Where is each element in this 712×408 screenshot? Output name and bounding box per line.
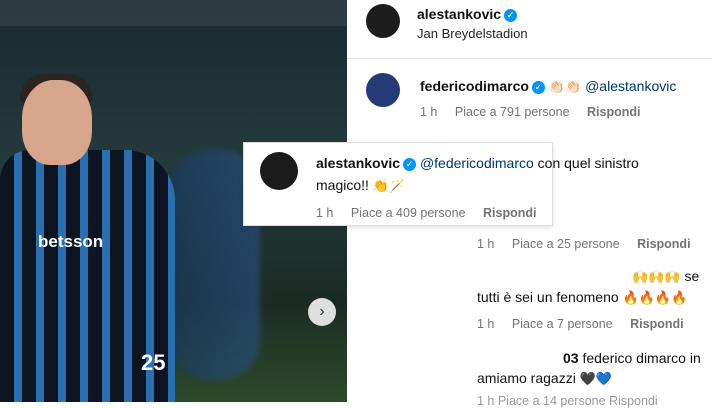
verified-badge-icon: ✓ [504,9,518,22]
comment-time: 1 h [477,237,495,251]
post-header: alestankovic ✓ Jan Breydelstadion [347,0,712,59]
comment-text: con quel sinistro [537,155,639,171]
comment-likes[interactable]: Piace a 25 persone [512,237,620,251]
photo-top-strip [0,0,347,26]
comment-4-line1: 03 federico dimarco in [563,350,701,366]
comment-4-meta: 1 h Piace a 14 persone Rispondi [477,394,658,408]
avatar[interactable] [366,4,400,38]
comment-time: 1 h [316,206,334,220]
comment-3-line2: tutti è sei un fenomeno 🔥🔥🔥🔥 [477,289,687,306]
player-head [22,80,92,165]
highlight-meta: 1 h Piace a 409 persone Rispondi [316,206,551,220]
reply-button[interactable]: Rispondi [587,105,640,119]
comment-username-fragment: 03 [563,350,579,366]
comment-4-line2: amiamo ragazzi 🖤💙 [477,370,612,387]
comment-text: se [684,268,700,284]
heart-emoji: 🖤💙 [579,371,613,386]
comment-likes[interactable]: Piace a 409 persone [351,206,466,220]
reply-button[interactable]: Rispondi [483,206,536,220]
comment-mention[interactable]: @alestankovic [585,78,676,94]
comment-2-meta: 1 h Piace a 25 persone Rispondi [477,237,705,251]
comment-likes[interactable]: Piace a 7 persone [512,317,613,331]
next-photo-button[interactable]: › [308,298,336,326]
fire-emoji: 🔥🔥🔥🔥 [622,290,688,305]
highlight-line1: alestankovic ✓ @federicodimarco con quel … [316,155,639,171]
highlight-line2: magico!! 👏🪄 [316,177,405,194]
chevron-right-icon: › [319,303,325,320]
comment-username[interactable]: alestankovic [316,155,400,171]
comment-mention[interactable]: @federicodimarco [420,155,534,171]
shirt-sponsor: betsson [38,232,104,251]
comment-text: magico!! [316,177,369,193]
post-location[interactable]: Jan Breydelstadion [417,26,528,41]
reply-button[interactable]: Rispondi [630,317,683,331]
raised-hands-emoji: 🙌🙌🙌 [632,269,681,284]
shirt-number: 25 [141,350,166,375]
reply-button[interactable]: Rispondi [637,237,690,251]
clap-emoji: 👏🏻👏🏻 [548,79,582,94]
comment-likes[interactable]: Piace a 791 persone [455,105,570,119]
highlighted-comment: alestankovic ✓ @federicodimarco con quel … [244,143,639,225]
post-author-username[interactable]: alestankovic [417,6,501,22]
comment-username[interactable]: federicodimarco [420,78,529,94]
comment-time: 1 h [477,317,495,331]
comment-3-line1: 🙌🙌🙌 se [632,268,699,285]
verified-badge-icon: ✓ [403,158,417,171]
avatar[interactable] [366,73,400,107]
verified-badge-icon: ✓ [531,81,545,94]
comment-text: tutti è sei un fenomeno [477,289,619,305]
clap-wand-emoji: 👏🪄 [372,178,406,193]
comment-text: federico dimarco in [582,350,701,366]
comment-1-meta: 1 h Piace a 791 persone Rispondi [420,105,655,119]
comment-text: amiamo ragazzi [477,370,576,386]
comment-time: 1 h [420,105,438,119]
comment-1: federicodimarco ✓ 👏🏻👏🏻 @alestankovic [420,78,676,95]
comment-3-meta: 1 h Piace a 7 persone Rispondi [477,317,698,331]
avatar[interactable] [260,152,298,190]
